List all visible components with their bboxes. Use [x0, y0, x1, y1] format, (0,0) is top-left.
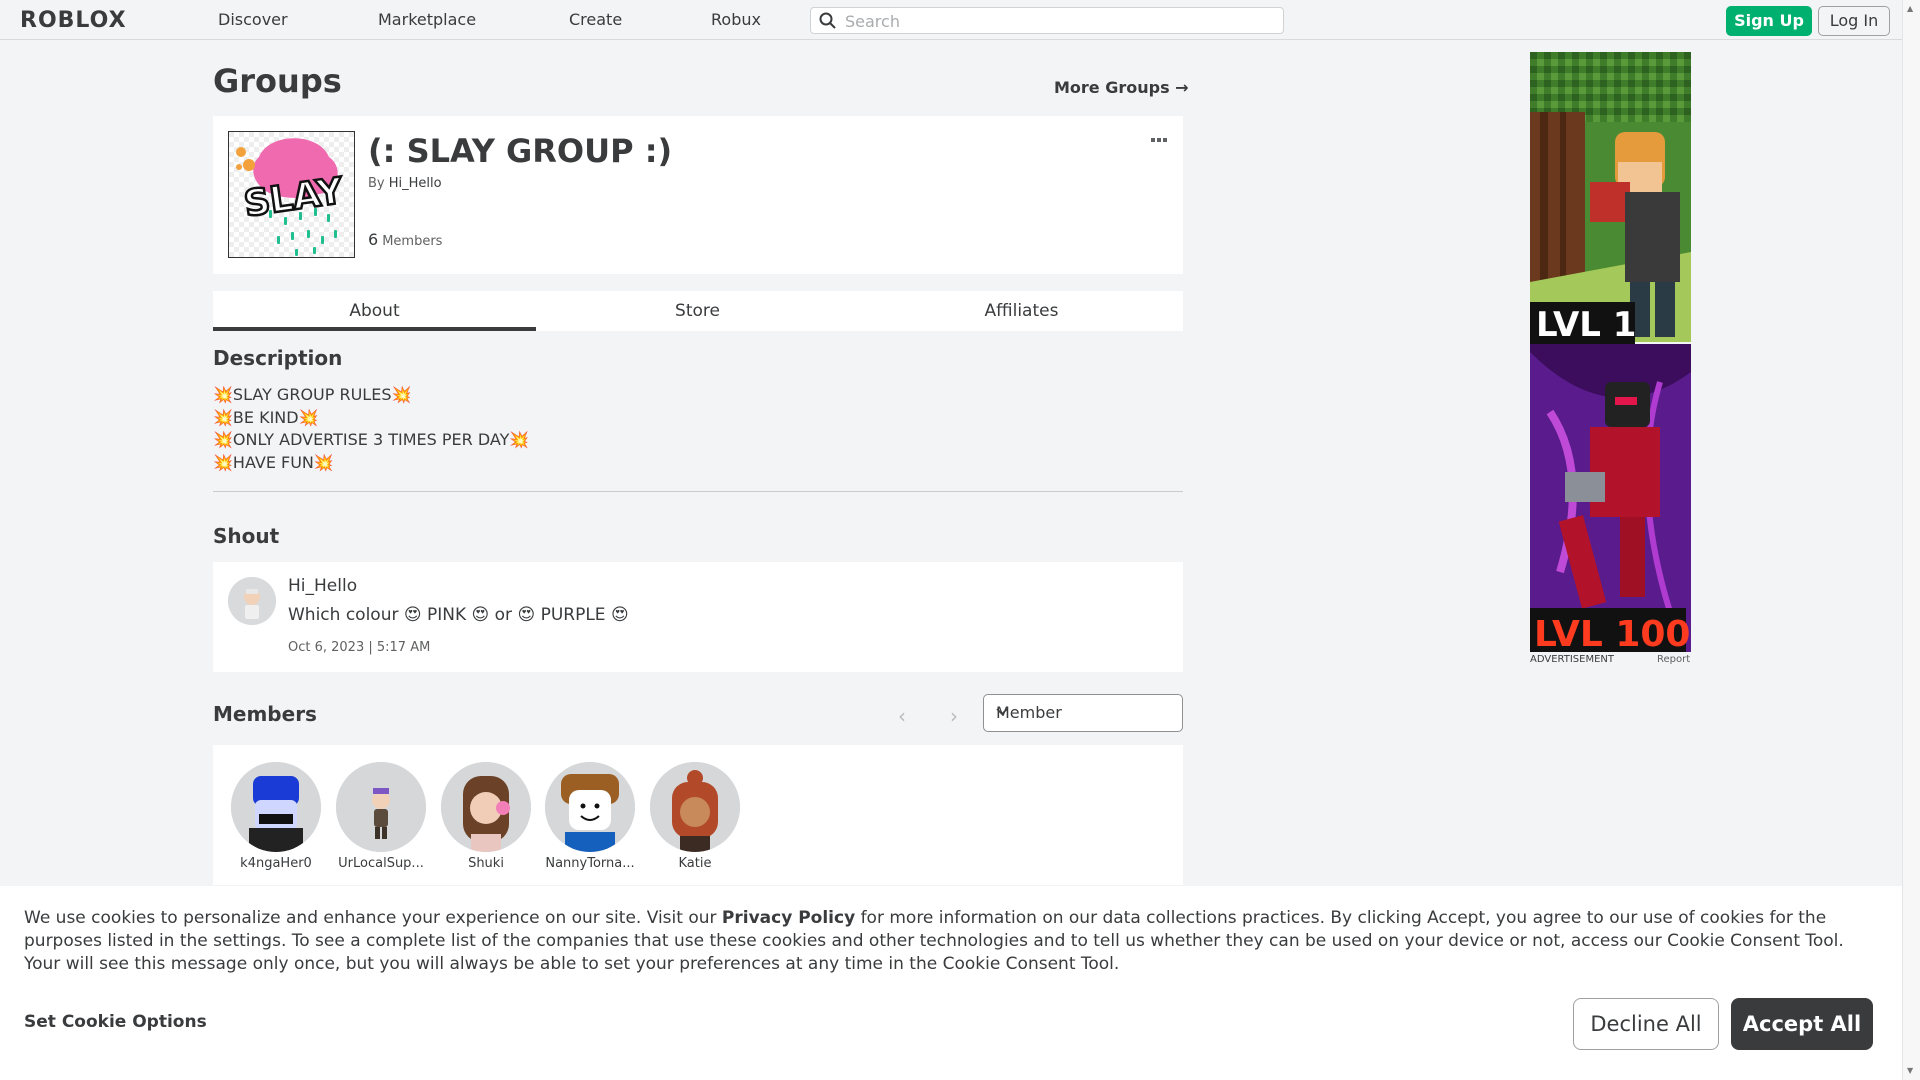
group-emblem-image: SLAY — [229, 132, 354, 257]
accept-all-button[interactable]: Accept All — [1731, 998, 1873, 1050]
member-avatar[interactable] — [650, 762, 740, 852]
description-line: 💥HAVE FUN💥 — [213, 452, 334, 472]
member-name[interactable]: NannyTorna... — [544, 856, 636, 871]
search-icon — [819, 12, 837, 34]
description-line: 💥BE KIND💥 — [213, 407, 319, 427]
member-name[interactable]: k4ngaHer0 — [230, 856, 322, 871]
set-cookie-options-link[interactable]: Set Cookie Options — [24, 1012, 207, 1032]
description-text: 💥SLAY GROUP RULES💥 💥BE KIND💥 💥ONLY ADVER… — [213, 384, 529, 474]
group-owner-line: By Hi_Hello — [368, 176, 442, 191]
tab-store[interactable]: Store — [536, 291, 859, 331]
log-in-button[interactable]: Log In — [1818, 6, 1890, 36]
cookie-consent-banner: We use cookies to personalize and enhanc… — [0, 886, 1902, 1080]
members-title: Members — [213, 702, 317, 726]
shout-title: Shout — [213, 524, 280, 548]
page-title: Groups — [213, 62, 342, 100]
privacy-policy-link[interactable]: Privacy Policy — [722, 908, 855, 928]
report-ad-link[interactable]: Report — [1657, 654, 1690, 665]
page-scrollbar[interactable]: ▲ ▼ — [1902, 0, 1920, 1080]
description-title: Description — [213, 346, 343, 370]
nav-create[interactable]: Create — [569, 10, 622, 29]
group-owner-link[interactable]: Hi_Hello — [389, 176, 442, 191]
nav-marketplace[interactable]: Marketplace — [378, 10, 476, 29]
tab-about[interactable]: About — [213, 291, 536, 331]
members-card: k4ngaHer0 UrLocalSup... Shuki NannyTorna… — [213, 745, 1183, 885]
description-line: 💥SLAY GROUP RULES💥 — [213, 385, 412, 404]
nav-robux[interactable]: Robux — [711, 10, 761, 29]
advertisement-image: LVL 1 LVL 100 — [1530, 52, 1691, 652]
search-placeholder: Search — [845, 12, 900, 31]
chevron-down-icon — [996, 703, 1170, 723]
member-count: 6 Members — [368, 230, 442, 249]
roblox-logo[interactable]: ROBLOX — [20, 8, 127, 33]
cookie-message: We use cookies to personalize and enhanc… — [24, 907, 1884, 976]
section-divider — [213, 491, 1183, 492]
advertisement-label: ADVERTISEMENT — [1530, 654, 1615, 665]
group-emblem: SLAY — [228, 131, 355, 258]
shout-card: Hi_Hello Which colour 😍 PINK 😍 or 😍 PURP… — [213, 562, 1183, 672]
shout-timestamp: Oct 6, 2023 | 5:17 AM — [288, 640, 431, 655]
more-options-icon[interactable] — [1151, 128, 1171, 147]
member-count-value: 6 — [368, 230, 379, 249]
shout-avatar[interactable] — [228, 577, 276, 625]
scroll-up-arrow-icon[interactable]: ▲ — [1907, 4, 1913, 13]
scroll-down-arrow-icon[interactable]: ▼ — [1907, 1066, 1913, 1075]
shout-message: Which colour 😍 PINK 😍 or 😍 PURPLE 😍 — [288, 605, 629, 625]
tab-affiliates[interactable]: Affiliates — [860, 291, 1183, 331]
members-prev-icon[interactable]: ‹ — [898, 704, 906, 728]
member-role-select[interactable]: Member — [983, 694, 1183, 732]
member-item[interactable]: Katie — [649, 762, 741, 871]
sign-up-button[interactable]: Sign Up — [1726, 6, 1812, 36]
description-line: 💥ONLY ADVERTISE 3 TIMES PER DAY💥 — [213, 430, 530, 449]
search-input[interactable]: Search — [810, 7, 1284, 34]
group-by-prefix: By — [368, 176, 385, 191]
members-next-icon[interactable]: › — [950, 704, 958, 728]
member-avatar[interactable] — [441, 762, 531, 852]
member-name[interactable]: Katie — [649, 856, 741, 871]
nav-discover[interactable]: Discover — [218, 10, 288, 29]
ad-lvl100-text: LVL 100 — [1534, 614, 1690, 652]
member-count-label: Members — [382, 234, 443, 249]
group-tabs: About Store Affiliates — [213, 291, 1183, 331]
ad-lvl1-text: LVL 1 — [1536, 305, 1636, 345]
group-header-card: SLAY (: SLAY GROUP :) By Hi_Hello 6 Membe… — [213, 116, 1183, 274]
member-item[interactable]: k4ngaHer0 — [230, 762, 322, 871]
more-groups-link[interactable]: More Groups → — [1054, 78, 1189, 97]
member-name[interactable]: Shuki — [440, 856, 532, 871]
group-name: (: SLAY GROUP :) — [368, 132, 673, 170]
advertisement-banner[interactable]: LVL 1 LVL 100 — [1530, 52, 1691, 652]
top-navigation: ROBLOX Discover Marketplace Create Robux… — [0, 0, 1902, 40]
cookie-text-before: We use cookies to personalize and enhanc… — [24, 908, 722, 928]
member-avatar[interactable] — [336, 762, 426, 852]
member-avatar[interactable] — [545, 762, 635, 852]
member-avatar[interactable] — [231, 762, 321, 852]
shout-username[interactable]: Hi_Hello — [288, 576, 357, 596]
member-item[interactable]: UrLocalSup... — [335, 762, 427, 871]
member-item[interactable]: NannyTorna... — [544, 762, 636, 871]
decline-all-button[interactable]: Decline All — [1573, 998, 1719, 1050]
member-item[interactable]: Shuki — [440, 762, 532, 871]
member-name[interactable]: UrLocalSup... — [335, 856, 427, 871]
